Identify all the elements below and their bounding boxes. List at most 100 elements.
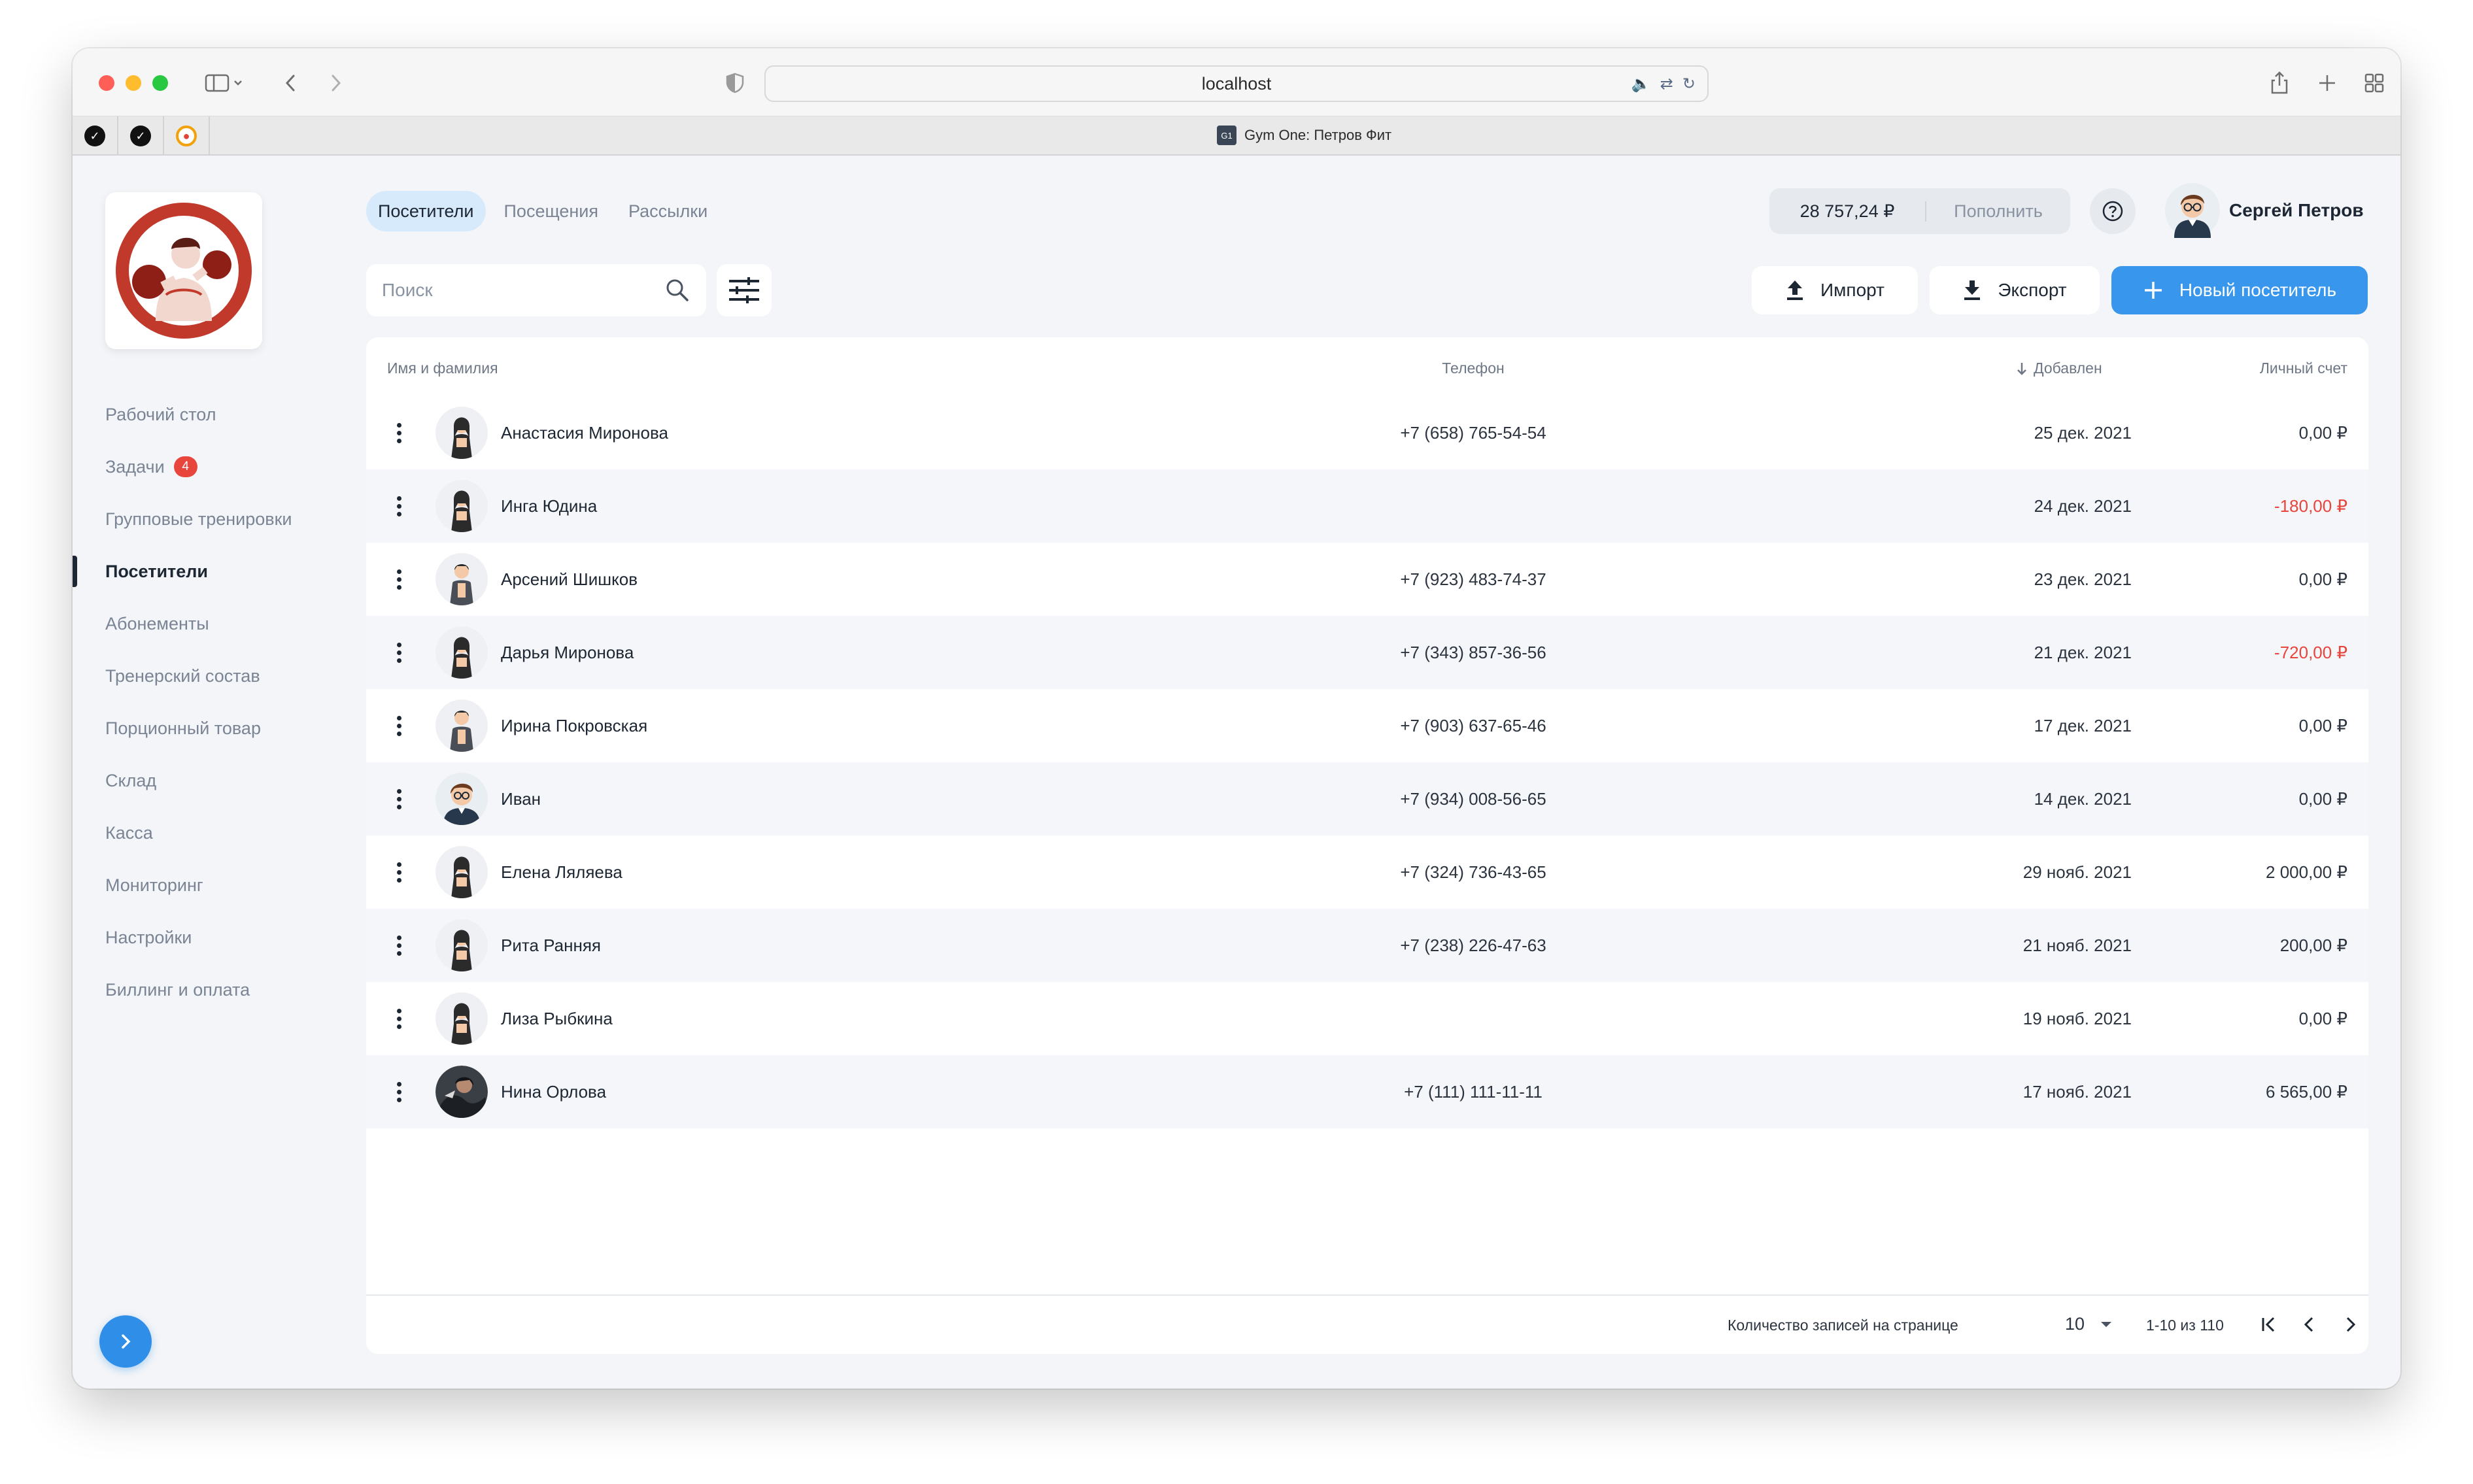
visitor-name[interactable]: Ирина Покровская [501, 689, 647, 762]
first-page-button[interactable] [2255, 1310, 2283, 1339]
table-row[interactable]: Дарья Миронова +7 (343) 857-36-56 21 дек… [366, 616, 2368, 689]
sidebar-item-settings[interactable]: Настройки [105, 911, 292, 964]
tab-visits[interactable]: Посещения [492, 191, 610, 231]
sidebar-item-label: Мониторинг [105, 875, 203, 895]
speaker-icon[interactable]: 🔈 [1631, 75, 1651, 93]
import-button[interactable]: Импорт [1752, 266, 1918, 314]
minimize-window-button[interactable] [126, 75, 141, 91]
search-box [366, 264, 706, 316]
visitor-name[interactable]: Нина Орлова [501, 1055, 606, 1128]
sidebar-item-label: Порционный товар [105, 718, 261, 738]
new-tab-icon[interactable] [2312, 68, 2342, 98]
table-row[interactable]: Инга Юдина 24 дек. 2021 -180,00 ₽ [366, 469, 2368, 543]
maximize-window-button[interactable] [152, 75, 168, 91]
address-bar[interactable]: localhost 🔈 ⇄ ↻ [764, 65, 1709, 102]
tab-visitors[interactable]: Посетители [366, 191, 486, 231]
back-icon[interactable] [275, 68, 305, 98]
row-menu-icon[interactable] [391, 689, 407, 762]
row-menu-icon[interactable] [391, 469, 407, 543]
gym-logo[interactable] [105, 192, 262, 349]
pinned-tab-3[interactable]: ● [164, 116, 210, 156]
table-row[interactable]: Анастасия Миронова +7 (658) 765-54-54 25… [366, 396, 2368, 469]
sidebar-item-label: Биллинг и оплата [105, 979, 250, 1000]
visitor-account: 0,00 ₽ [2298, 715, 2347, 735]
column-header-phone[interactable]: Телефон [1375, 360, 1571, 377]
sidebar-item-desktop[interactable]: Рабочий стол [105, 388, 292, 441]
column-header-name[interactable]: Имя и фамилия [387, 360, 498, 377]
sidebar-item-billing[interactable]: Биллинг и оплата [105, 964, 292, 1016]
visitor-name[interactable]: Арсений Шишков [501, 543, 638, 616]
sidebar-item-trainers[interactable]: Тренерский состав [105, 650, 292, 702]
row-menu-icon[interactable] [391, 543, 407, 616]
table-row[interactable]: Нина Орлова +7 (111) 111-11-11 17 нояб. … [366, 1055, 2368, 1128]
table-row[interactable]: Иван +7 (934) 008-56-65 14 дек. 2021 0,0… [366, 762, 2368, 835]
filter-button[interactable] [717, 264, 772, 316]
visitor-phone: +7 (324) 736-43-65 [1400, 862, 1546, 882]
column-header-added[interactable]: Добавлен [2015, 360, 2102, 377]
pinned-tab-2[interactable]: ✓ [118, 116, 164, 156]
row-menu-icon[interactable] [391, 835, 407, 909]
page-size-select[interactable]: 10 [2065, 1314, 2113, 1334]
visitor-name[interactable]: Дарья Миронова [501, 616, 634, 689]
visitor-account: 0,00 ₽ [2298, 1008, 2347, 1028]
row-menu-icon[interactable] [391, 396, 407, 469]
visitor-name[interactable]: Инга Юдина [501, 469, 597, 543]
search-input[interactable] [382, 280, 664, 301]
sidebar-item-monitoring[interactable]: Мониторинг [105, 859, 292, 911]
table-row[interactable]: Елена Ляляева +7 (324) 736-43-65 29 нояб… [366, 835, 2368, 909]
sidebar-toggle-icon[interactable] [198, 68, 250, 98]
sidebar-item-visitors[interactable]: Посетители [73, 545, 292, 598]
visitor-name[interactable]: Елена Ляляева [501, 835, 623, 909]
prev-page-button[interactable] [2295, 1310, 2324, 1339]
visitor-name[interactable]: Анастасия Миронова [501, 396, 668, 469]
visitor-added-date: 24 дек. 2021 [2034, 496, 2132, 516]
privacy-shield-icon[interactable] [720, 68, 750, 98]
sidebar-item-label: Задачи [105, 456, 165, 477]
sidebar-item-subscriptions[interactable]: Абонементы [105, 598, 292, 650]
sidebar-item-label: Настройки [105, 927, 192, 947]
pinned-tab-1[interactable]: ✓ [73, 116, 118, 156]
topup-button[interactable]: Пополнить [1926, 201, 2070, 222]
row-menu-icon[interactable] [391, 909, 407, 982]
expand-sidebar-button[interactable] [99, 1315, 152, 1368]
export-button[interactable]: Экспорт [1930, 266, 2100, 314]
row-menu-icon[interactable] [391, 982, 407, 1055]
close-window-button[interactable] [99, 75, 114, 91]
reload-icon[interactable]: ↻ [1682, 75, 1696, 93]
sidebar-item-tasks[interactable]: Задачи 4 [105, 441, 292, 493]
share-icon[interactable] [2264, 68, 2294, 98]
sidebar-item-portion-goods[interactable]: Порционный товар [105, 702, 292, 754]
page-size-label: Количество записей на странице [1728, 1317, 1958, 1334]
forward-icon[interactable] [321, 68, 351, 98]
export-label: Экспорт [1998, 280, 2067, 300]
woman-avatar [435, 919, 488, 971]
sidebar-item-warehouse[interactable]: Склад [105, 754, 292, 807]
row-menu-icon[interactable] [391, 762, 407, 835]
column-header-account[interactable]: Личный счет [2158, 360, 2347, 377]
translate-icon[interactable]: ⇄ [1660, 75, 1673, 93]
table-row[interactable]: Ирина Покровская +7 (903) 637-65-46 17 д… [366, 689, 2368, 762]
table-row[interactable]: Арсений Шишков +7 (923) 483-74-37 23 дек… [366, 543, 2368, 616]
search-icon[interactable] [664, 277, 691, 303]
sidebar-item-group-trainings[interactable]: Групповые тренировки [105, 493, 292, 545]
visitor-added-date: 29 нояб. 2021 [2022, 862, 2132, 882]
tasks-count-badge: 4 [173, 456, 197, 477]
new-visitor-button[interactable]: Новый посетитель [2111, 266, 2368, 314]
visitor-added-date: 25 дек. 2021 [2034, 422, 2132, 443]
row-menu-icon[interactable] [391, 1055, 407, 1128]
row-menu-icon[interactable] [391, 616, 407, 689]
tab-mailings[interactable]: Рассылки [617, 191, 719, 231]
sidebar-item-cashbox[interactable]: Касса [105, 807, 292, 859]
next-page-button[interactable] [2336, 1310, 2364, 1339]
visitor-name[interactable]: Рита Ранняя [501, 909, 601, 982]
table-row[interactable]: Лиза Рыбкина 19 нояб. 2021 0,00 ₽ [366, 982, 2368, 1055]
sidebar-item-label: Тренерский состав [105, 666, 260, 686]
help-button[interactable] [2090, 188, 2136, 234]
active-browser-tab[interactable]: G1 Gym One: Петров Фит [1217, 126, 1391, 145]
visitor-account: -720,00 ₽ [2274, 642, 2347, 662]
visitor-name[interactable]: Иван [501, 762, 541, 835]
tab-overview-icon[interactable] [2359, 68, 2389, 98]
table-row[interactable]: Рита Ранняя +7 (238) 226-47-63 21 нояб. … [366, 909, 2368, 982]
user-profile[interactable]: Сергей Петров [2165, 183, 2364, 238]
visitor-name[interactable]: Лиза Рыбкина [501, 982, 613, 1055]
